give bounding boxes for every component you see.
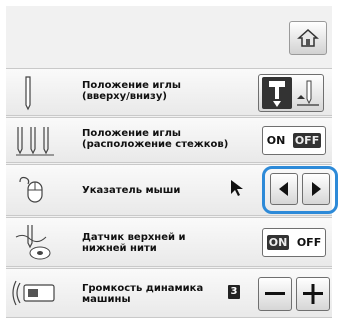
- plus-icon: [303, 284, 323, 304]
- setting-row-needle-up-down: Положение иглы (вверху/внизу): [6, 68, 332, 116]
- needle-position-icon: [16, 127, 54, 156]
- arrow-cursor-icon: [231, 180, 243, 196]
- volume-decrease-button[interactable]: [258, 277, 292, 311]
- toggle-off-label[interactable]: OFF: [292, 133, 322, 148]
- setting-row-speaker-volume: Громкость динамика машины 3: [6, 268, 332, 318]
- toggle-off-label[interactable]: OFF: [297, 236, 321, 249]
- minus-icon: [265, 292, 285, 295]
- thread-sensor-icon: [15, 225, 51, 260]
- volume-value: 3: [228, 285, 240, 299]
- speaker-icon: [12, 280, 55, 306]
- selection-highlight: [262, 166, 338, 214]
- needle-icon: [25, 76, 31, 111]
- needle-position-label: Положение иглы (расположение стежков): [82, 128, 229, 150]
- toggle-on-label[interactable]: ON: [266, 235, 290, 250]
- needle-position-toggle[interactable]: ON OFF: [262, 126, 326, 155]
- speaker-volume-label: Громкость динамика машины: [82, 283, 204, 305]
- home-icon: [297, 28, 319, 47]
- mouse-pointer-label: Указатель мыши: [82, 185, 181, 196]
- thread-sensor-toggle[interactable]: ON OFF: [262, 228, 326, 257]
- needle-up-down-icon: [262, 77, 319, 109]
- needle-up-down-label: Положение иглы (вверху/внизу): [82, 80, 181, 102]
- setting-row-thread-sensor: Датчик верхней и нижней нити ON OFF: [6, 217, 332, 267]
- thread-sensor-label: Датчик верхней и нижней нити: [82, 232, 186, 254]
- mouse-icon: [19, 176, 43, 203]
- toggle-on-label[interactable]: ON: [267, 134, 286, 147]
- setting-row-needle-position: Положение иглы (расположение стежков) ON…: [6, 117, 332, 163]
- home-button[interactable]: [289, 21, 327, 55]
- needle-up-down-button[interactable]: [258, 74, 324, 112]
- volume-increase-button[interactable]: [296, 277, 330, 311]
